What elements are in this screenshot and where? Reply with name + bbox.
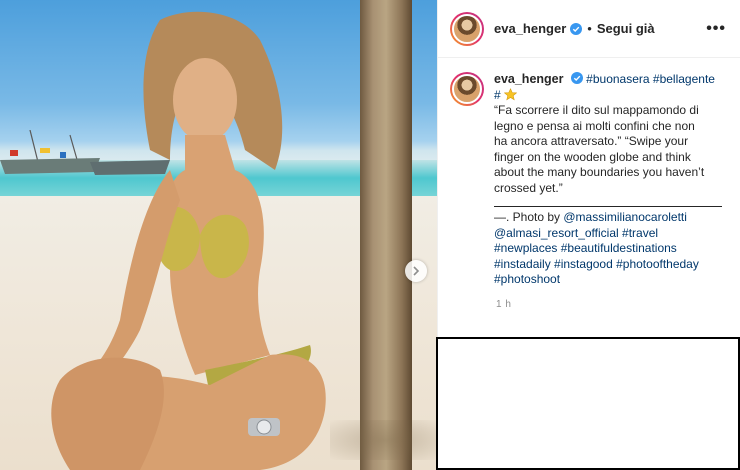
hashtag-link[interactable]: #buonasera bbox=[586, 72, 649, 86]
caption-line: “Fa scorrere il dito sul mappamondo di bbox=[494, 103, 699, 117]
caption-line: finger on the wooden globe and think bbox=[494, 149, 691, 164]
caption-line: legno e pensa ai molti confini che non bbox=[494, 118, 695, 133]
hashtag-link[interactable]: #beautifuldestinations bbox=[561, 241, 677, 255]
overlay-box bbox=[436, 337, 740, 470]
chevron-right-icon bbox=[413, 266, 420, 276]
post-shadow bbox=[330, 420, 437, 460]
hashtag-link[interactable]: #photooftheday bbox=[616, 257, 699, 271]
caption-line: about the many boundaries you haven’t bbox=[494, 165, 705, 179]
post-timestamp[interactable]: 1 h bbox=[496, 299, 740, 310]
verified-badge-icon bbox=[570, 22, 583, 35]
caption-credit-line: —. Photo by @massimilianocaroletti bbox=[494, 210, 726, 226]
star-emoji-icon bbox=[504, 87, 518, 100]
caption-first-line: eva_henger #buonasera #bellagente bbox=[494, 72, 726, 88]
caption-line: #newplaces #beautifuldestinations bbox=[494, 241, 726, 257]
hashtag-link[interactable]: #travel bbox=[622, 226, 658, 240]
more-options-icon[interactable]: ••• bbox=[706, 20, 726, 38]
caption-username[interactable]: eva_henger bbox=[494, 72, 563, 86]
author-avatar[interactable] bbox=[450, 11, 484, 46]
caption: eva_henger #buonasera #bellagente # “Fa … bbox=[438, 58, 740, 288]
hashtag-link[interactable]: #bellagente bbox=[653, 72, 715, 86]
caption-line: # bbox=[494, 88, 726, 104]
hashtag-link[interactable]: #newplaces bbox=[494, 241, 557, 255]
caption-body: eva_henger #buonasera #bellagente # “Fa … bbox=[494, 72, 726, 288]
caption-line: ha ancora attraversato.” “Swipe your bbox=[494, 134, 689, 148]
wooden-post bbox=[360, 0, 412, 470]
credit-prefix: —. Photo by bbox=[494, 210, 564, 224]
caption-line: @almasi_resort_official #travel bbox=[494, 226, 726, 242]
hashtag-link[interactable]: #photoshoot bbox=[494, 272, 560, 286]
mention-link[interactable]: @massimilianocaroletti bbox=[563, 210, 687, 224]
verified-badge-icon bbox=[570, 72, 583, 84]
caption-divider bbox=[494, 196, 722, 207]
hashtag-link[interactable]: # bbox=[494, 88, 501, 102]
photo-model-figure bbox=[51, 11, 326, 470]
following-button[interactable]: Segui già bbox=[597, 21, 655, 36]
mention-link[interactable]: @almasi_resort_official bbox=[494, 226, 619, 240]
hashtag-link[interactable]: #instadaily bbox=[494, 257, 551, 271]
author-username[interactable]: eva_henger bbox=[494, 21, 566, 36]
caption-line: #photoshoot bbox=[494, 272, 726, 288]
caption-line: crossed yet.” bbox=[494, 180, 563, 195]
header-separator: • bbox=[587, 21, 592, 36]
hashtag-link[interactable]: #instagood bbox=[554, 257, 613, 271]
post-photo[interactable] bbox=[0, 0, 437, 470]
carousel-next-button[interactable] bbox=[405, 260, 427, 282]
post-header: eva_henger • Segui già ••• bbox=[438, 0, 740, 58]
caption-avatar[interactable] bbox=[450, 72, 484, 106]
caption-line: #instadaily #instagood #photooftheday bbox=[494, 257, 726, 273]
